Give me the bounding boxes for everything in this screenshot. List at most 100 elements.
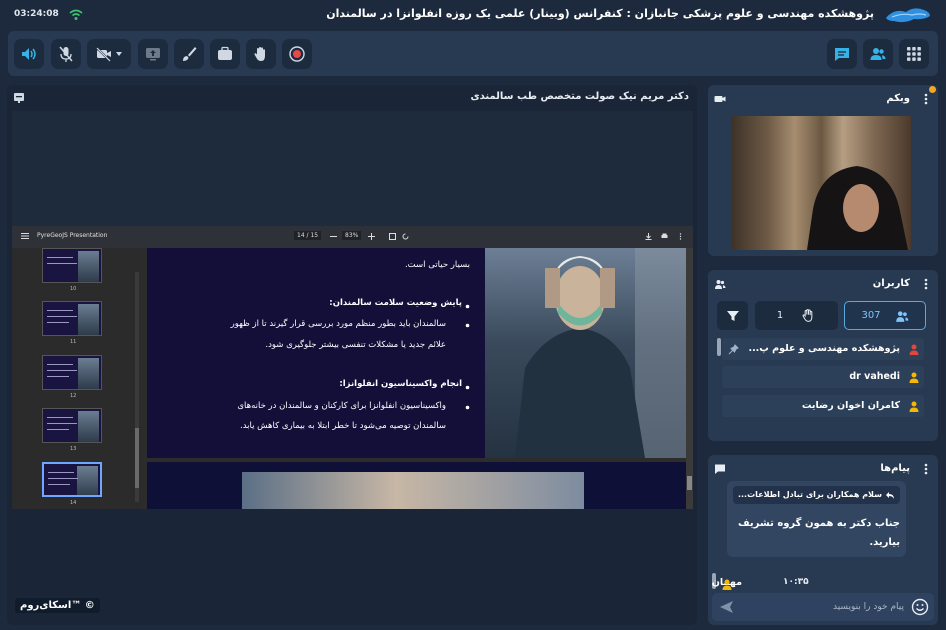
thumbnail-scroll-thumb[interactable] — [135, 428, 139, 488]
pdf-scroll-thumb[interactable] — [687, 476, 692, 490]
thumbnail-number: 12 — [70, 393, 77, 399]
more-options-icon[interactable] — [924, 93, 928, 105]
speaker-button[interactable] — [14, 39, 44, 69]
top-bar: 03:24:08 پژوهشکده مهندسی و علوم پزشکی جا… — [0, 0, 946, 30]
pdf-scrollbar[interactable] — [686, 248, 693, 509]
screen-share-icon — [146, 48, 160, 61]
pin-icon[interactable] — [728, 344, 739, 355]
speaker-icon — [22, 48, 36, 60]
pdf-viewer: PyreGeoJS Presentation 14 / 15 83% 10 11… — [12, 226, 693, 509]
print-icon[interactable] — [661, 233, 668, 240]
user-name: پژوهشکده مهندسی و علوم پ... — [748, 343, 900, 354]
raise-hand-button[interactable] — [246, 39, 276, 69]
zoom-indicator[interactable]: 83% — [342, 231, 362, 240]
chat-input-placeholder: پیام خود را بنویسید — [832, 602, 904, 612]
webcam-panel: وبکم — [708, 85, 938, 256]
wifi-icon — [69, 9, 83, 20]
emoji-icon[interactable] — [911, 598, 929, 616]
raised-hands-button[interactable]: 1 — [755, 301, 838, 330]
bullet-dot — [465, 304, 470, 309]
slide-photo — [485, 248, 690, 458]
briefcase-icon — [218, 46, 232, 60]
conference-title: پژوهشکده مهندسی و علوم پزشکی جانبازان : … — [326, 7, 874, 20]
record-icon — [289, 46, 305, 62]
page-thumbnail[interactable] — [42, 355, 102, 390]
users-panel: کاربران 1 307 پژوهشکده مهندسی و علوم پ..… — [708, 270, 938, 441]
toolbar — [8, 31, 938, 76]
webcam-video — [732, 116, 911, 250]
files-button[interactable] — [210, 39, 240, 69]
mic-muted-icon — [59, 46, 73, 62]
brand-label: اسکای‌روم™ © — [15, 598, 100, 613]
fit-page-icon[interactable] — [389, 233, 396, 240]
participants-count-button[interactable]: 307 — [844, 301, 926, 330]
notification-dot — [929, 86, 936, 93]
raised-hands-count: 1 — [776, 310, 784, 321]
clock: 03:24:08 — [14, 9, 59, 19]
mic-button[interactable] — [51, 39, 81, 69]
users-scrollbar[interactable] — [717, 338, 721, 356]
user-row[interactable]: dr vahedi — [722, 366, 924, 388]
user-avatar-icon — [722, 579, 732, 590]
user-row[interactable]: پژوهشکده مهندسی و علوم پ... — [722, 338, 924, 360]
bullet-dot — [465, 385, 470, 390]
raise-hand-icon — [802, 309, 813, 322]
page-thumbnail-selected[interactable] — [42, 462, 102, 497]
camera-off-icon — [96, 47, 111, 62]
slide-photo — [242, 472, 584, 509]
skyroom-logo — [886, 8, 930, 23]
chat-panel: پیام‌ها سلام همکاران برای تبادل اطلاعات.… — [708, 455, 938, 625]
bullet-dot — [465, 323, 470, 328]
user-avatar-icon — [909, 372, 919, 383]
user-row[interactable]: کامران اخوان رضایت — [722, 395, 924, 417]
slide-bullet-cont: علائم جدید یا مشکلات تنفسی بیشتر جلوگیری… — [265, 340, 446, 350]
zoom-in-icon[interactable] — [368, 233, 375, 240]
menu-icon[interactable] — [21, 232, 29, 240]
more-options-icon[interactable] — [677, 233, 684, 240]
chat-toggle-button[interactable] — [827, 39, 857, 69]
rotate-icon[interactable] — [402, 233, 409, 240]
apps-button[interactable] — [899, 39, 929, 69]
page-thumbnail[interactable] — [42, 301, 102, 336]
screen-share-button[interactable] — [138, 39, 168, 69]
pdf-app-name: PyreGeoJS Presentation — [37, 232, 108, 239]
download-icon[interactable] — [645, 233, 652, 240]
slide-bullet: واکسیناسیون انفلوانزا برای کارکنان و سال… — [237, 401, 446, 411]
presenter-title: دکتر مریم نیک صولت متخصص طب سالمندی — [470, 91, 689, 102]
reply-preview[interactable]: سلام همکاران برای تبادل اطلاعات... — [733, 486, 900, 504]
more-options-icon[interactable] — [924, 278, 928, 290]
filter-button[interactable] — [717, 301, 748, 330]
user-avatar-icon — [909, 344, 919, 355]
presentation-stage: PyreGeoJS Presentation 14 / 15 83% 10 11… — [12, 111, 693, 509]
message-text: جناب دکتر به همون گروه تشریف بیارید. — [738, 518, 900, 548]
chat-input-field[interactable]: پیام خود را بنویسید — [712, 593, 934, 621]
thumbnail-number: 13 — [70, 446, 77, 452]
page-thumbnail[interactable] — [42, 408, 102, 443]
chat-title: پیام‌ها — [880, 463, 910, 474]
chat-message[interactable]: سلام همکاران برای تبادل اطلاعات... جناب … — [727, 481, 906, 557]
users-toggle-button[interactable] — [863, 39, 893, 69]
camera-button[interactable] — [87, 39, 131, 69]
user-name: dr vahedi — [849, 371, 900, 382]
send-icon[interactable] — [719, 600, 734, 614]
page-indicator[interactable]: 14 / 15 — [294, 231, 322, 240]
whiteboard-button[interactable] — [174, 39, 204, 69]
raise-hand-icon — [254, 47, 265, 61]
zoom-out-icon[interactable] — [330, 233, 337, 240]
users-icon — [715, 280, 726, 289]
pdf-toolbar: PyreGeoJS Presentation 14 / 15 83% — [12, 226, 693, 248]
thumbnail-sidebar: 10 11 12 13 14 — [12, 248, 141, 509]
slide-text: بسیار حیاتی است. — [404, 260, 470, 270]
chevron-down-icon — [116, 52, 122, 56]
message-time: ۱۰:۳۵ — [783, 577, 809, 587]
slide-page: بسیار حیاتی است. پایش وضعیت سلامت سالمند… — [147, 248, 692, 458]
more-options-icon[interactable] — [924, 463, 928, 475]
users-icon — [870, 48, 886, 60]
chat-icon — [715, 464, 725, 474]
participants-count: 307 — [861, 310, 881, 321]
presentation-icon — [14, 93, 24, 103]
user-name: کامران اخوان رضایت — [801, 400, 900, 411]
page-thumbnail[interactable] — [42, 248, 102, 283]
next-slide-page — [147, 462, 692, 509]
record-button[interactable] — [282, 39, 312, 69]
